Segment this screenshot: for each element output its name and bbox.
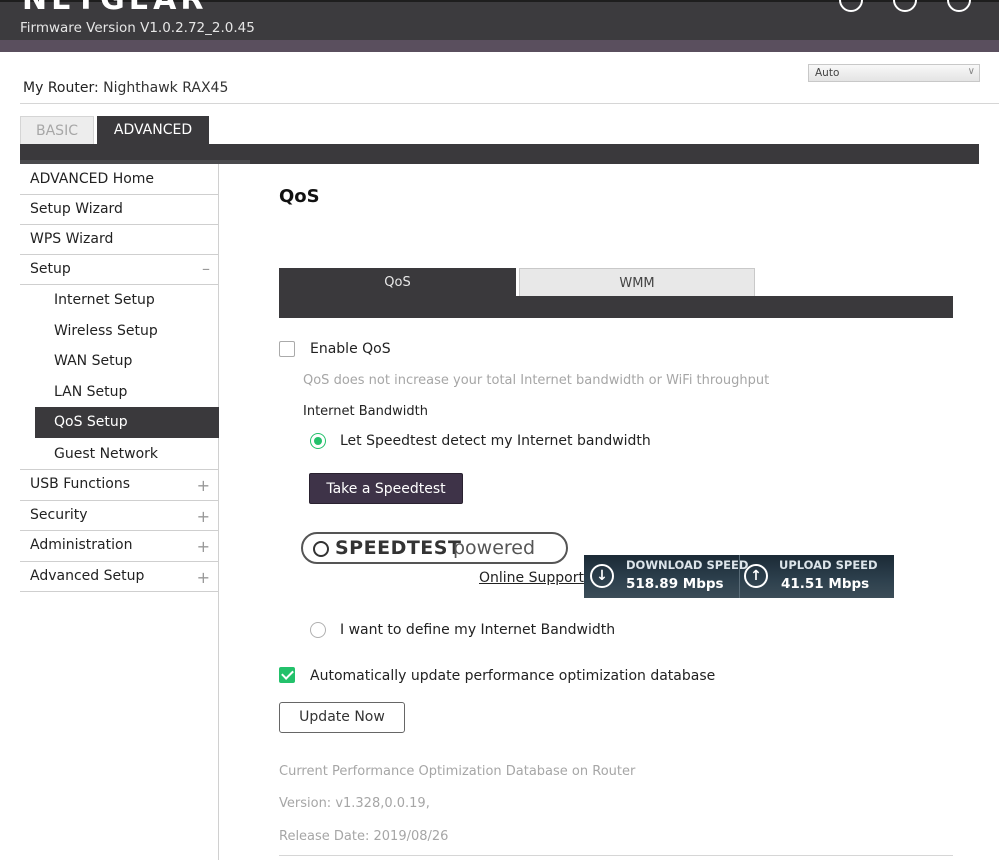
qos-note: QoS does not increase your total Interne… [303,373,770,388]
sidebar-item-label: ADVANCED Home [30,171,155,187]
auto-update-checkbox[interactable] [279,667,295,683]
router-name: Nighthawk RAX45 [103,80,229,96]
account-icon[interactable] [893,0,917,12]
sidebar-item-wan-setup[interactable]: WAN Setup [20,346,218,377]
sidebar-item-label: LAN Setup [54,384,128,400]
sidebar-item-advanced-home[interactable]: ADVANCED Home [20,164,218,195]
expand-icon[interactable]: + [197,501,210,532]
help-icon[interactable] [839,0,863,12]
sidebar-item-wps-wizard[interactable]: WPS Wizard [20,225,218,255]
collapse-icon[interactable]: – [202,255,210,283]
language-select-value: Auto [815,67,840,79]
sidebar-item-lan-setup[interactable]: LAN Setup [20,377,218,407]
divider [279,855,953,856]
divider [20,103,999,104]
enable-qos-label: Enable QoS [310,341,391,357]
tab-basic[interactable]: BASIC [20,116,94,144]
expand-icon[interactable]: + [197,562,210,593]
sidebar: ADVANCED Home Setup Wizard WPS Wizard Se… [20,164,219,860]
sidebar-item-label: Internet Setup [54,292,155,308]
speedtest-powered-logo: SPEEDTEST powered [301,532,568,564]
speedtest-powered-text: powered [453,537,536,559]
sidebar-item-internet-setup[interactable]: Internet Setup [20,285,218,316]
db-release-date: Release Date: 2019/08/26 [279,829,449,844]
db-heading: Current Performance Optimization Databas… [279,764,636,779]
sidebar-item-label: WAN Setup [54,353,133,369]
tab-wmm[interactable]: WMM [519,268,755,297]
expand-icon[interactable]: + [197,470,210,501]
auto-update-label: Automatically update performance optimiz… [310,668,716,684]
tab-qos[interactable]: QoS [279,268,516,297]
expand-icon[interactable]: + [197,531,210,562]
sidebar-item-advanced-setup[interactable]: Advanced Setup + [20,562,218,592]
divider [739,555,740,598]
sidebar-item-label: Guest Network [54,446,159,462]
update-now-button[interactable]: Update Now [279,702,405,733]
sidebar-item-setup-wizard[interactable]: Setup Wizard [20,195,218,225]
sidebar-item-security[interactable]: Security + [20,501,218,531]
language-select[interactable]: Auto ∨ [808,64,980,82]
upload-speed-label: UPLOAD SPEED [779,558,878,572]
upload-arrow-icon: ↑ [744,564,768,588]
speedtest-radio[interactable] [310,433,326,449]
sidebar-item-label: QoS Setup [54,414,128,430]
download-speed-label: DOWNLOAD SPEED [626,558,749,572]
sidebar-item-label: Setup [30,261,71,277]
sidebar-item-administration[interactable]: Administration + [20,531,218,562]
router-label: My Router: [23,80,99,96]
sidebar-item-guest-network[interactable]: Guest Network [20,438,218,470]
sidebar-item-label: Wireless Setup [54,323,158,339]
bandwidth-heading: Internet Bandwidth [303,404,428,419]
manual-bandwidth-label: I want to define my Internet Bandwidth [340,622,616,638]
chevron-down-icon: ∨ [967,66,975,77]
tab-advanced[interactable]: ADVANCED [97,116,209,144]
sidebar-item-label: USB Functions [30,476,131,492]
power-icon[interactable] [947,0,971,12]
netgear-logo[interactable]: NETGEAR [22,0,208,17]
speedometer-icon [313,541,329,557]
sidebar-item-label: Setup Wizard [30,201,123,217]
enable-qos-checkbox[interactable] [279,341,295,357]
header-stripe [0,40,999,52]
sidebar-item-label: Security [30,507,88,523]
speedtest-radio-label: Let Speedtest detect my Internet bandwid… [340,433,651,449]
take-speedtest-button[interactable]: Take a Speedtest [309,473,463,504]
download-speed-value: 518.89 Mbps [626,576,724,592]
sidebar-item-label: WPS Wizard [30,231,114,247]
router-name-line: My Router: Nighthawk RAX45 [23,80,228,96]
sidebar-item-setup[interactable]: Setup – [20,255,218,285]
upload-speed-value: 41.51 Mbps [781,576,870,592]
db-version: Version: v1.328,0.0.19, [279,796,430,811]
sidebar-item-usb-functions[interactable]: USB Functions + [20,470,218,501]
sidebar-item-label: Administration [30,537,133,553]
firmware-version: Firmware Version V1.0.2.72_2.0.45 [20,20,255,36]
sidebar-item-label: Advanced Setup [30,568,145,584]
online-support-link[interactable]: Online Support [479,570,584,586]
manual-bandwidth-radio[interactable] [310,622,326,638]
sidebar-item-qos-setup[interactable]: QoS Setup [35,407,219,438]
page-title: QoS [279,186,320,207]
sidebar-item-wireless-setup[interactable]: Wireless Setup [20,316,218,346]
speed-results-panel: ↓ DOWNLOAD SPEED 518.89 Mbps ↑ UPLOAD SP… [584,555,894,598]
top-header: NETGEAR Firmware Version V1.0.2.72_2.0.4… [0,0,999,52]
speedtest-logo-text: SPEEDTEST [335,537,462,559]
subtab-bar [279,296,953,318]
download-arrow-icon: ↓ [590,564,614,588]
